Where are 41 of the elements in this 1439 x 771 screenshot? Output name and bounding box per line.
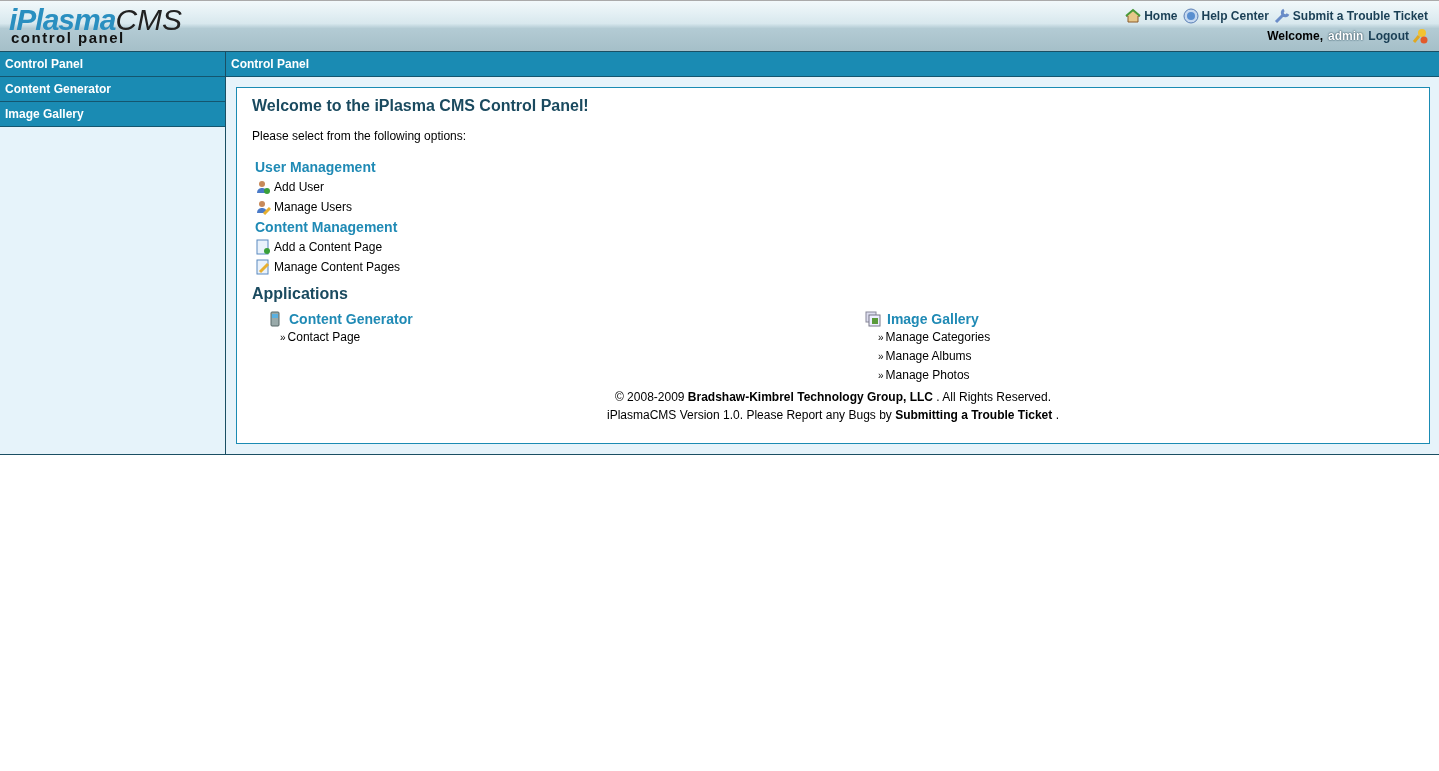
- welcome-text: Welcome,: [1267, 29, 1323, 43]
- pictures-icon: [865, 311, 881, 327]
- application-sublink[interactable]: » Manage Categories: [878, 330, 1414, 345]
- sidebar-item[interactable]: Image Gallery: [0, 102, 225, 127]
- option-link[interactable]: Add a Content Page: [255, 239, 1414, 255]
- user-edit-icon: [255, 199, 271, 215]
- section-heading: Content Management: [255, 219, 399, 235]
- sidebar-item[interactable]: Control Panel: [0, 52, 225, 77]
- sidebar-item[interactable]: Content Generator: [0, 77, 225, 102]
- help-icon: [1182, 8, 1199, 24]
- application-sublink[interactable]: » Manage Photos: [878, 368, 1414, 383]
- option-link[interactable]: Manage Users: [255, 199, 1414, 215]
- phone-icon: [267, 311, 283, 327]
- application-sublink[interactable]: » Contact Page: [280, 330, 850, 345]
- logo-subtitle: control panel: [11, 30, 125, 45]
- username: admin: [1328, 29, 1364, 43]
- header-link[interactable]: Home: [1125, 8, 1178, 24]
- application-link[interactable]: Content Generator: [267, 311, 850, 327]
- logout-link[interactable]: Logout: [1368, 28, 1428, 44]
- footer-text: . All Rights Reserved.: [936, 390, 1052, 404]
- section-heading: User Management: [255, 159, 377, 175]
- footer-text: .: [1055, 408, 1059, 422]
- house-icon: [1125, 8, 1142, 24]
- section-heading: Applications: [252, 285, 349, 303]
- page-header-bar: Control Panel: [226, 52, 1439, 77]
- footer-text: iPlasmaCMS Version 1.0. Please Report any Bugs by: [607, 408, 892, 422]
- page-title: Welcome to the iPlasma CMS Control Panel!: [252, 97, 590, 115]
- page-edit-icon: [255, 259, 271, 275]
- header-link[interactable]: Help Center: [1182, 8, 1269, 24]
- option-link[interactable]: Add User: [255, 179, 1414, 195]
- header-link[interactable]: Submit a Trouble Ticket: [1273, 8, 1428, 24]
- footer-link[interactable]: Submitting a Trouble Ticket: [895, 408, 1053, 422]
- intro-text: Please select from the following options:: [252, 129, 468, 143]
- page-add-icon: [255, 239, 271, 255]
- footer-link[interactable]: Bradshaw-Kimbrel Technology Group, LLC: [687, 390, 933, 404]
- footer-text: © 2008-2009: [614, 390, 685, 404]
- application-link[interactable]: Image Gallery: [865, 311, 1414, 327]
- application-sublink[interactable]: » Manage Albums: [878, 349, 1414, 364]
- wrench-icon: [1273, 8, 1290, 24]
- user-add-icon: [255, 179, 271, 195]
- option-link[interactable]: Manage Content Pages: [255, 259, 1414, 275]
